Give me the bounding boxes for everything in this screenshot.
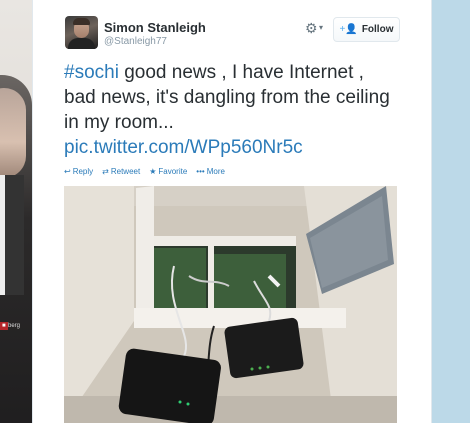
- background-face: [0, 88, 26, 178]
- user-actions-dropdown[interactable]: ⚙ ▾: [305, 20, 327, 36]
- avatar[interactable]: [65, 16, 98, 49]
- hashtag-link[interactable]: #sochi: [64, 62, 119, 83]
- background-left-photo: ■ berg: [0, 0, 32, 423]
- more-icon: •••: [196, 167, 205, 176]
- favorite-action[interactable]: ★ Favorite: [149, 167, 187, 176]
- more-action[interactable]: ••• More: [196, 167, 225, 176]
- photo-illustration: [64, 186, 397, 423]
- gear-icon: ⚙: [305, 20, 318, 36]
- retweet-action[interactable]: ⇄ Retweet: [102, 167, 140, 176]
- background-right-panel: [432, 0, 470, 423]
- background-logo-badge: ■: [0, 322, 8, 330]
- background-collar: [0, 175, 24, 295]
- reply-action[interactable]: ↩ Reply: [64, 167, 93, 176]
- retweet-icon: ⇄: [102, 167, 109, 176]
- follow-button[interactable]: +👤 Follow: [333, 17, 400, 42]
- author-handle[interactable]: @Stanleigh77: [104, 36, 167, 47]
- follow-label: Follow: [361, 24, 394, 35]
- author-name[interactable]: Simon Stanleigh: [104, 20, 206, 35]
- add-user-icon: +👤: [339, 24, 358, 35]
- chevron-down-icon: ▾: [319, 23, 324, 32]
- media-link[interactable]: pic.twitter.com/WPp560Nr5c: [64, 137, 303, 158]
- reply-icon: ↩: [64, 167, 71, 176]
- background-tag-text: berg: [8, 323, 21, 329]
- tweet-photo[interactable]: [64, 186, 397, 423]
- tweet-actions: ↩ Reply ⇄ Retweet ★ Favorite ••• More: [64, 167, 225, 176]
- tweet-text: #sochi good news , I have Internet , bad…: [64, 60, 394, 160]
- tweet-card: Simon Stanleigh @Stanleigh77 ⚙ ▾ +👤 Foll…: [32, 0, 432, 423]
- favorite-icon: ★: [149, 167, 157, 176]
